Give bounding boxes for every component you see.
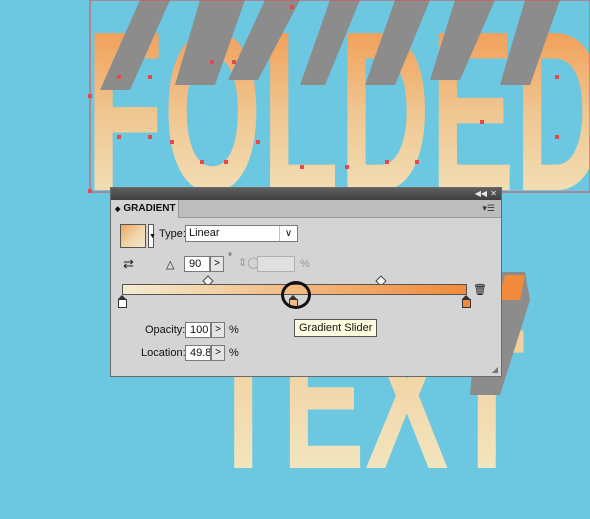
gradient-slider-tooltip: Gradient Slider xyxy=(294,319,378,337)
opacity-input[interactable]: 100 xyxy=(185,322,211,338)
location-dropdown-button[interactable]: > xyxy=(211,345,225,361)
gradient-stop-left[interactable] xyxy=(118,295,127,308)
close-icon[interactable]: ✕ xyxy=(490,188,497,200)
reverse-gradient-icon[interactable]: ⇄ xyxy=(123,256,134,272)
tab-gradient[interactable]: ◆ GRADIENT xyxy=(111,200,179,218)
angle-input[interactable]: 90 xyxy=(184,256,210,272)
location-label: Location: xyxy=(141,347,186,359)
panel-tab-row: ◆ GRADIENT ▾☰ xyxy=(111,200,501,218)
double-arrow-icon: ◆ xyxy=(115,206,121,213)
chevron-down-icon: ∨ xyxy=(279,226,297,241)
opacity-label: Opacity: xyxy=(145,324,186,336)
aspect-unit: % xyxy=(300,258,310,270)
swatch-dropdown-icon[interactable]: ▼ xyxy=(149,233,156,240)
gradient-panel: ◀◀ ✕ ◆ GRADIENT ▾☰ ▼ Type: Linear ∨ ⇄ △ 9… xyxy=(110,187,502,377)
gradient-stop-right[interactable] xyxy=(462,295,471,308)
tab-gradient-label: GRADIENT xyxy=(123,203,176,214)
panel-menu-icon[interactable]: ▾☰ xyxy=(482,200,495,216)
trash-icon[interactable]: 🗑 xyxy=(473,283,487,296)
angle-icon: △ xyxy=(166,259,175,271)
gradient-swatch[interactable] xyxy=(120,224,146,248)
location-input[interactable]: 49.86 xyxy=(185,345,211,361)
type-select[interactable]: Linear ∨ xyxy=(185,225,298,242)
aspect-ratio-input[interactable] xyxy=(257,256,295,272)
double-chevron-icon[interactable]: ◀◀ xyxy=(475,188,487,200)
type-select-value: Linear xyxy=(189,227,220,239)
location-unit: % xyxy=(229,347,239,359)
panel-title-bar[interactable]: ◀◀ ✕ xyxy=(111,188,501,200)
annotation-circle xyxy=(281,281,311,309)
opacity-unit: % xyxy=(229,324,239,336)
resize-grip-icon[interactable]: ◢ xyxy=(492,365,498,374)
angle-dropdown-button[interactable]: > xyxy=(210,256,224,272)
degree-symbol: ° xyxy=(228,252,232,263)
type-label: Type: xyxy=(159,228,186,240)
opacity-dropdown-button[interactable]: > xyxy=(211,322,225,338)
